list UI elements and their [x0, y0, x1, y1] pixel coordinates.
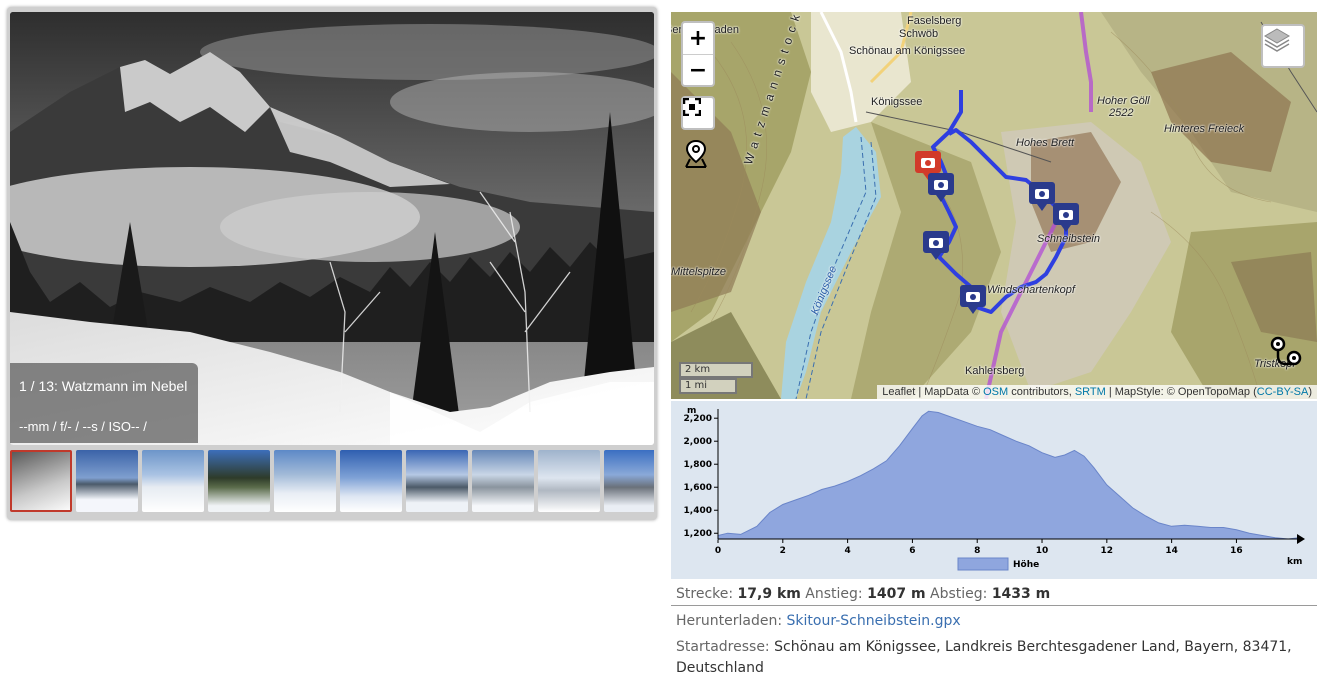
photo-gallery: 1 / 13: Watzmann im Nebel --mm / f/- / -…	[7, 7, 657, 520]
elevation-profile[interactable]: m 1,200 1,400 1,600 1,800 2,000 2,200 0 2 4 6 8 10…	[671, 401, 1317, 579]
y-tick-label: 1,600	[684, 483, 712, 493]
map-attribution: Leaflet | MapData © OSM contributors, SR…	[877, 385, 1317, 399]
fullscreen-button[interactable]	[681, 96, 715, 130]
ascent-label: Anstieg:	[800, 586, 868, 602]
map-label-mittelspitze: Mittelspitze	[671, 266, 727, 278]
location-pin-icon	[685, 139, 707, 168]
x-axis-unit: km	[1287, 557, 1302, 567]
locate-button[interactable]	[681, 139, 715, 173]
zoom-in-button[interactable]: +	[683, 23, 713, 55]
leaflet-link[interactable]: Leaflet	[882, 386, 915, 398]
thumbnail[interactable]	[538, 450, 600, 512]
gpx-download-link[interactable]: Skitour-Schneibstein.gpx	[787, 613, 961, 629]
x-tick-label: 4	[844, 546, 850, 556]
x-tick-label: 14	[1165, 546, 1178, 556]
thumbnail[interactable]	[274, 450, 336, 512]
map-label-hohes-brett: Hohes Brett	[1016, 137, 1075, 149]
cc-by-sa-link[interactable]: CC-BY-SA	[1257, 386, 1309, 398]
thumbnail[interactable]	[604, 450, 654, 512]
start-address-label: Startadresse:	[676, 639, 775, 655]
osm-link[interactable]: OSM	[983, 386, 1008, 398]
caption-exif: --mm / f/- / --s / ISO-- /	[19, 419, 147, 434]
map-label-schneibstein: Schneibstein	[1037, 233, 1100, 245]
thumbnail[interactable]	[76, 450, 138, 512]
x-axis-ticks: 0 2 4 6 8 10 12 14 16	[715, 539, 1243, 556]
attribution-text: )	[1308, 386, 1312, 398]
attribution-text: | MapData ©	[915, 386, 984, 398]
thumbnail[interactable]	[142, 450, 204, 512]
route-toggle-button[interactable]	[1268, 334, 1306, 372]
fullscreen-icon	[683, 98, 701, 116]
scale-km: 2 km	[679, 362, 753, 378]
y-tick-label: 2,200	[684, 414, 712, 424]
attribution-text: contributors,	[1008, 386, 1075, 398]
y-tick-label: 1,800	[684, 460, 712, 470]
x-tick-label: 8	[974, 546, 980, 556]
y-tick-label: 1,400	[684, 506, 712, 516]
zoom-control: + −	[681, 21, 715, 87]
legend-label: Höhe	[1013, 560, 1039, 570]
layers-button[interactable]	[1261, 24, 1305, 68]
route-map[interactable]: Faselsberg Schwöb Schönau am Königssee B…	[671, 12, 1317, 399]
start-address: Startadresse: Schönau am Königssee, Land…	[676, 639, 1292, 655]
y-tick-label: 1,200	[684, 529, 712, 539]
thumbnail[interactable]	[340, 450, 402, 512]
download-label: Herunterladen:	[676, 613, 787, 629]
map-label-hoher-goell-altitude: 2522	[1109, 107, 1134, 119]
map-label-schwoeb: Schwöb	[899, 28, 939, 40]
descent-label: Abstieg:	[925, 586, 992, 602]
x-tick-label: 0	[715, 546, 721, 556]
thumbnail[interactable]	[472, 450, 534, 512]
tour-stats: Strecke: 17,9 km Anstieg: 1407 m Abstieg…	[676, 586, 1050, 602]
map-label-schoenau: Schönau am Königssee	[849, 45, 966, 57]
start-address-cont: Deutschland	[676, 660, 764, 676]
map-label-hinteres-freieck: Hinteres Freieck	[1164, 123, 1245, 135]
x-tick-label: 6	[909, 546, 915, 556]
thumbnail-strip	[10, 450, 654, 514]
thumbnail[interactable]	[406, 450, 468, 512]
zoom-out-button[interactable]: −	[683, 55, 713, 86]
route-icon	[1270, 336, 1302, 366]
photo-caption: 1 / 13: Watzmann im Nebel --mm / f/- / -…	[10, 363, 198, 443]
srtm-link[interactable]: SRTM	[1075, 386, 1106, 398]
thumbnail[interactable]	[10, 450, 72, 512]
divider	[671, 605, 1317, 606]
layers-icon	[1264, 28, 1290, 52]
ascent-value: 1407 m	[867, 586, 926, 602]
map-label-koenigssee-town: Königssee	[871, 96, 923, 108]
x-tick-label: 2	[780, 546, 786, 556]
distance-value: 17,9 km	[737, 586, 801, 602]
map-label-kahlersberg: Kahlersberg	[965, 365, 1025, 377]
start-address-line1: Schönau am Königssee, Landkreis Berchtes…	[774, 639, 1292, 655]
descent-value: 1433 m	[991, 586, 1051, 602]
legend-swatch	[957, 557, 1009, 571]
map-label-windschartenkopf: Windschartenkopf	[987, 284, 1075, 296]
y-tick-label: 2,000	[684, 437, 712, 447]
download-row: Herunterladen: Skitour-Schneibstein.gpx	[676, 613, 961, 629]
y-axis-ticks: 1,200 1,400 1,600 1,800 2,000 2,200	[684, 414, 718, 539]
map-label-faselsberg: Faselsberg	[907, 15, 962, 27]
scale-mi: 1 mi	[679, 378, 737, 394]
elevation-area	[717, 410, 1299, 540]
x-tick-label: 12	[1101, 546, 1114, 556]
map-tiles	[671, 12, 1317, 399]
map-label-hoher-goell: Hoher Göll	[1097, 95, 1150, 107]
attribution-text: | MapStyle: © OpenTopoMap (	[1105, 386, 1257, 398]
axis-arrow-icon	[1297, 534, 1305, 544]
thumbnail[interactable]	[208, 450, 270, 512]
caption-title: 1 / 13: Watzmann im Nebel	[19, 378, 188, 394]
x-tick-label: 10	[1036, 546, 1049, 556]
x-tick-label: 16	[1230, 546, 1243, 556]
start-address-line2: Deutschland	[676, 660, 764, 676]
elevation-chart: m 1,2001,4001,6001,8002,0002,200 0 2 4 6 8 10…	[684, 406, 1305, 571]
distance-label: Strecke:	[676, 586, 738, 602]
